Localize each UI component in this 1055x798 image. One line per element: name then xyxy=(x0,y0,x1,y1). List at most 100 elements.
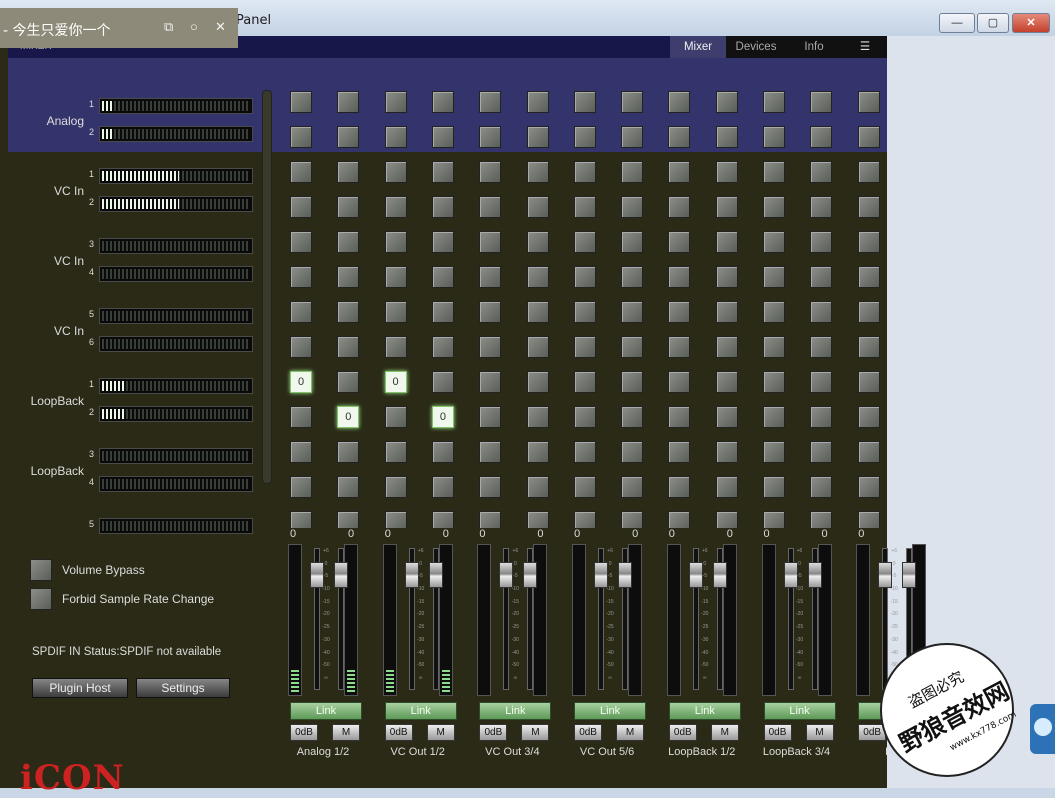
routing-cell[interactable] xyxy=(621,336,644,358)
routing-cell[interactable] xyxy=(621,371,644,393)
routing-cell[interactable] xyxy=(621,231,644,253)
routing-cell[interactable] xyxy=(290,336,312,358)
routing-cell[interactable] xyxy=(810,301,833,323)
routing-cell[interactable] xyxy=(337,196,360,218)
link-button[interactable]: Link xyxy=(668,702,741,720)
routing-cell[interactable] xyxy=(526,406,549,428)
routing-cell[interactable] xyxy=(668,231,691,253)
routing-cell[interactable] xyxy=(573,231,596,253)
routing-cell[interactable] xyxy=(290,196,312,218)
routing-cell[interactable] xyxy=(479,371,502,393)
routing-cell[interactable] xyxy=(668,91,691,113)
routing-cell[interactable]: 0 xyxy=(384,371,407,393)
routing-cell[interactable] xyxy=(573,336,596,358)
link-button[interactable]: Link xyxy=(574,702,647,720)
routing-cell[interactable] xyxy=(337,126,360,148)
routing-cell[interactable]: 0 xyxy=(431,406,454,428)
mute-button[interactable]: M xyxy=(426,724,455,741)
routing-cell[interactable] xyxy=(763,161,785,183)
routing-cell[interactable] xyxy=(810,476,833,498)
routing-cell[interactable] xyxy=(337,231,360,253)
routing-cell[interactable] xyxy=(621,406,644,428)
routing-cell[interactable] xyxy=(668,336,691,358)
routing-cell[interactable] xyxy=(290,126,312,148)
routing-cell[interactable] xyxy=(479,266,502,288)
routing-cell[interactable] xyxy=(384,301,407,323)
routing-cell[interactable] xyxy=(668,161,691,183)
routing-cell[interactable] xyxy=(621,476,644,498)
routing-cell[interactable] xyxy=(337,476,360,498)
routing-cell[interactable] xyxy=(668,301,691,323)
routing-cell[interactable] xyxy=(479,196,502,218)
routing-cell[interactable] xyxy=(715,441,738,463)
zero-db-button[interactable]: 0dB xyxy=(763,724,792,741)
routing-cell[interactable] xyxy=(431,266,454,288)
routing-cell[interactable] xyxy=(763,91,785,113)
routing-cell[interactable] xyxy=(573,301,596,323)
link-button[interactable]: Link xyxy=(290,702,362,720)
routing-cell[interactable] xyxy=(763,196,785,218)
volume-bypass-checkbox[interactable] xyxy=(30,559,52,581)
routing-cell[interactable] xyxy=(715,371,738,393)
routing-cell[interactable] xyxy=(479,336,502,358)
zero-db-button[interactable]: 0dB xyxy=(290,724,318,741)
routing-cell[interactable] xyxy=(715,406,738,428)
link-button[interactable]: Link xyxy=(384,702,457,720)
routing-cell[interactable] xyxy=(337,301,360,323)
routing-cell[interactable] xyxy=(384,476,407,498)
zero-db-button[interactable]: 0dB xyxy=(668,724,697,741)
routing-cell[interactable] xyxy=(763,126,785,148)
routing-cell[interactable] xyxy=(668,371,691,393)
routing-cell[interactable] xyxy=(763,301,785,323)
routing-cell[interactable] xyxy=(573,476,596,498)
routing-cell[interactable] xyxy=(384,126,407,148)
tab-devices[interactable]: Devices xyxy=(726,36,786,58)
scrollbar[interactable] xyxy=(262,90,272,484)
routing-cell[interactable] xyxy=(526,336,549,358)
routing-cell[interactable] xyxy=(621,196,644,218)
routing-cell[interactable] xyxy=(715,266,738,288)
fader-knob[interactable] xyxy=(902,562,917,588)
routing-cell[interactable] xyxy=(526,266,549,288)
routing-cell[interactable] xyxy=(431,231,454,253)
routing-cell[interactable] xyxy=(857,196,880,218)
routing-cell[interactable] xyxy=(857,126,880,148)
routing-cell[interactable] xyxy=(384,231,407,253)
zero-db-button[interactable]: 0dB xyxy=(574,724,603,741)
maximize-button[interactable]: ▢ xyxy=(977,13,1009,33)
mute-button[interactable]: M xyxy=(332,724,360,741)
routing-cell[interactable] xyxy=(526,441,549,463)
routing-cell[interactable] xyxy=(337,266,360,288)
routing-cell[interactable] xyxy=(857,91,880,113)
routing-cell[interactable] xyxy=(431,196,454,218)
settings-icon[interactable]: ○ xyxy=(190,19,198,34)
fader-knob[interactable] xyxy=(334,562,348,588)
routing-cell[interactable] xyxy=(573,371,596,393)
routing-cell[interactable] xyxy=(479,126,502,148)
routing-cell[interactable] xyxy=(479,231,502,253)
settings-button[interactable]: Settings xyxy=(136,678,230,698)
routing-cell[interactable] xyxy=(431,371,454,393)
fader-knob[interactable] xyxy=(523,562,538,588)
routing-cell[interactable] xyxy=(763,336,785,358)
fader-knob[interactable] xyxy=(428,562,443,588)
routing-cell[interactable] xyxy=(857,301,880,323)
routing-cell[interactable] xyxy=(290,266,312,288)
routing-cell[interactable] xyxy=(715,161,738,183)
close-button[interactable]: ✕ xyxy=(1012,13,1050,33)
routing-cell[interactable] xyxy=(857,371,880,393)
routing-cell[interactable] xyxy=(431,476,454,498)
routing-cell[interactable] xyxy=(526,231,549,253)
tab-mixer[interactable]: Mixer xyxy=(670,36,726,58)
routing-cell[interactable]: 0 xyxy=(290,371,312,393)
routing-cell[interactable] xyxy=(715,126,738,148)
routing-cell[interactable] xyxy=(715,476,738,498)
routing-cell[interactable] xyxy=(573,161,596,183)
routing-cell[interactable] xyxy=(431,336,454,358)
routing-cell[interactable] xyxy=(763,231,785,253)
routing-cell[interactable] xyxy=(810,91,833,113)
plugin-host-button[interactable]: Plugin Host xyxy=(32,678,128,698)
routing-cell[interactable] xyxy=(810,336,833,358)
forbid-sample-rate-checkbox[interactable] xyxy=(30,588,52,610)
routing-cell[interactable] xyxy=(763,266,785,288)
